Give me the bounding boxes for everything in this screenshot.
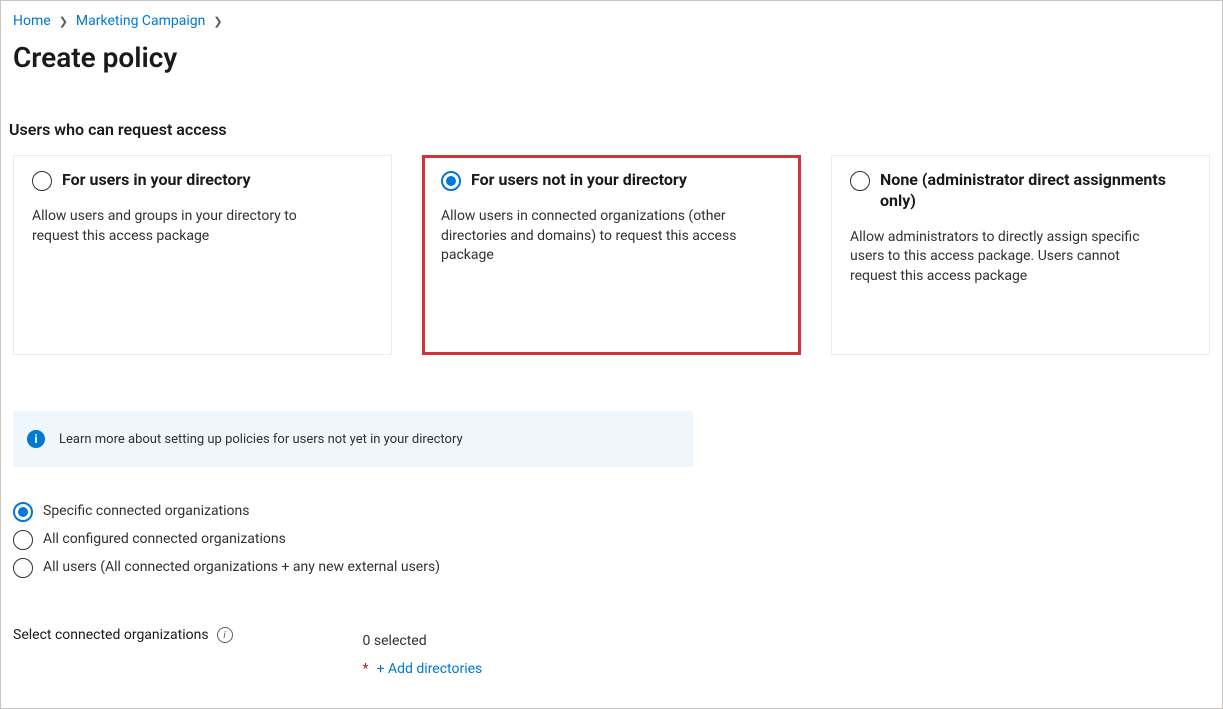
radio-icon [13, 530, 33, 550]
card-none-admin-only[interactable]: None (administrator direct assignments o… [831, 155, 1210, 355]
select-connected-orgs-label: Select connected organizations i [13, 621, 233, 643]
card-users-in-directory[interactable]: For users in your directory Allow users … [13, 155, 392, 355]
section-heading-requesters: Users who can request access [9, 120, 1210, 139]
info-banner-text: Learn more about setting up policies for… [59, 432, 463, 447]
radio-checked-icon [13, 502, 33, 522]
required-asterisk: * [363, 661, 369, 677]
radio-specific-connected-orgs[interactable]: Specific connected organizations [13, 497, 1210, 525]
card-desc: Allow users and groups in your directory… [32, 207, 346, 246]
info-banner[interactable]: i Learn more about setting up policies f… [13, 411, 693, 467]
breadcrumb-campaign[interactable]: Marketing Campaign [76, 13, 206, 29]
chevron-right-icon: ❯ [211, 15, 224, 28]
radio-icon [850, 171, 870, 191]
page-title: Create policy [13, 41, 1210, 74]
card-desc: Allow administrators to directly assign … [850, 228, 1164, 287]
card-title: For users not in your directory [471, 170, 687, 191]
radio-all-configured-orgs[interactable]: All configured connected organizations [13, 525, 1210, 553]
scope-radio-group: Specific connected organizations All con… [13, 497, 1210, 581]
requester-cards: For users in your directory Allow users … [13, 155, 1210, 355]
card-desc: Allow users in connected organizations (… [441, 207, 755, 266]
card-title: None (administrator direct assignments o… [880, 170, 1191, 212]
card-title: For users in your directory [62, 170, 251, 191]
info-icon: i [27, 430, 45, 448]
radio-checked-icon [441, 171, 461, 191]
radio-label: All configured connected organizations [43, 531, 286, 547]
radio-label: Specific connected organizations [43, 503, 250, 519]
radio-all-users[interactable]: All users (All connected organizations +… [13, 553, 1210, 581]
label-text: Select connected organizations [13, 627, 209, 643]
breadcrumb: Home ❯ Marketing Campaign ❯ [13, 9, 1210, 33]
radio-icon [13, 558, 33, 578]
breadcrumb-home[interactable]: Home [13, 13, 51, 29]
info-outline-icon[interactable]: i [217, 627, 233, 643]
card-users-not-in-directory[interactable]: For users not in your directory Allow us… [422, 155, 801, 355]
selected-count: 0 selected [363, 621, 483, 661]
chevron-right-icon: ❯ [57, 15, 70, 28]
radio-label: All users (All connected organizations +… [43, 559, 440, 575]
add-directories-link[interactable]: + Add directories [377, 661, 483, 677]
radio-icon [32, 171, 52, 191]
